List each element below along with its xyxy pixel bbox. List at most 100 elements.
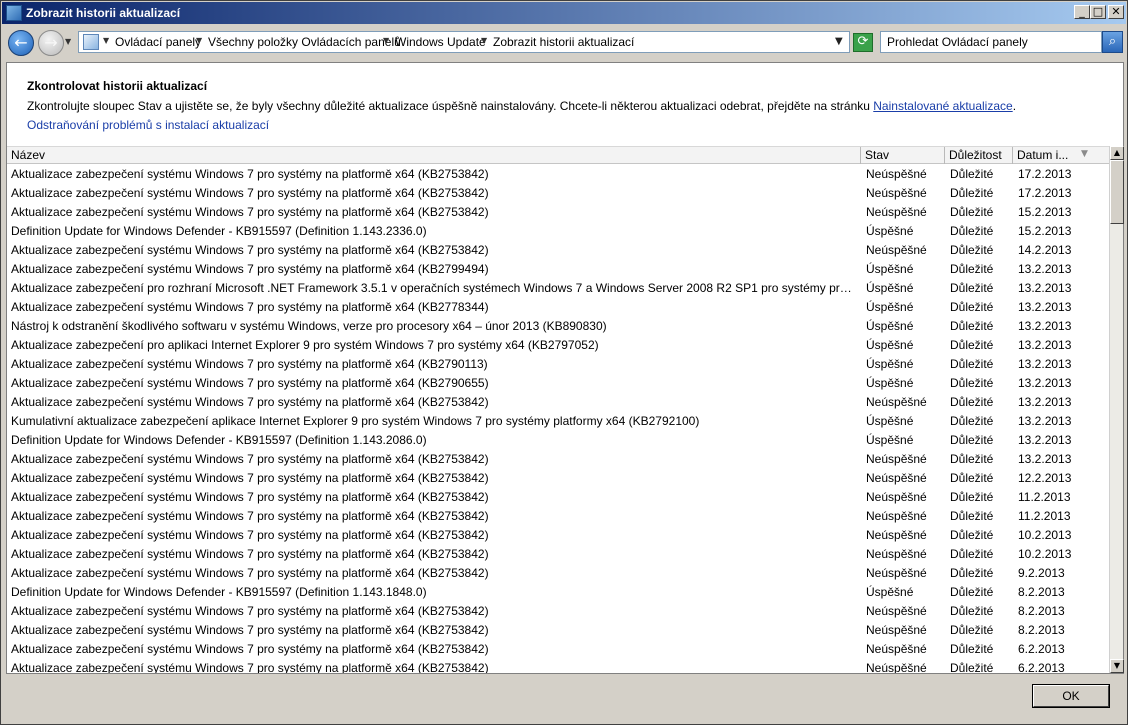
update-name-cell: Aktualizace zabezpečení systému Windows … bbox=[11, 566, 489, 580]
table-row[interactable]: Aktualizace zabezpečení systému Windows … bbox=[7, 602, 1109, 621]
breadcrumb-control-panel[interactable]: Ovládací panely bbox=[115, 35, 201, 49]
table-row[interactable]: Aktualizace zabezpečení systému Windows … bbox=[7, 526, 1109, 545]
update-name-cell: Aktualizace zabezpečení systému Windows … bbox=[11, 376, 489, 390]
update-date-cell: 11.2.2013 bbox=[1018, 490, 1071, 504]
breadcrumb-separator-icon[interactable]: ▼ bbox=[103, 36, 109, 45]
table-row[interactable]: Aktualizace zabezpečení systému Windows … bbox=[7, 298, 1109, 317]
update-importance-cell: Důležité bbox=[950, 452, 994, 466]
update-name-cell: Nástroj k odstranění škodlivého softwaru… bbox=[11, 319, 607, 333]
table-row[interactable]: Aktualizace zabezpečení systému Windows … bbox=[7, 450, 1109, 469]
minimize-button[interactable]: _ bbox=[1074, 5, 1090, 19]
update-name-cell: Aktualizace zabezpečení systému Windows … bbox=[11, 186, 489, 200]
table-row[interactable]: Aktualizace zabezpečení systému Windows … bbox=[7, 355, 1109, 374]
update-date-cell: 6.2.2013 bbox=[1018, 642, 1065, 656]
update-date-cell: 6.2.2013 bbox=[1018, 661, 1065, 673]
update-name-cell: Aktualizace zabezpečení systému Windows … bbox=[11, 452, 489, 466]
table-row[interactable]: Aktualizace zabezpečení systému Windows … bbox=[7, 260, 1109, 279]
update-date-cell: 12.2.2013 bbox=[1018, 471, 1072, 485]
search-box[interactable] bbox=[880, 31, 1102, 53]
update-importance-cell: Důležité bbox=[950, 566, 994, 580]
address-dropdown-icon[interactable]: ▼ bbox=[835, 36, 843, 47]
description-end: . bbox=[1012, 99, 1017, 113]
update-status-cell: Úspěšné bbox=[866, 338, 914, 352]
table-row[interactable]: Aktualizace zabezpečení systému Windows … bbox=[7, 545, 1109, 564]
table-row[interactable]: Aktualizace zabezpečení systému Windows … bbox=[7, 393, 1109, 412]
scroll-down-button[interactable]: ▼ bbox=[1110, 659, 1124, 673]
update-importance-cell: Důležité bbox=[950, 661, 994, 673]
breadcrumb-separator-icon[interactable]: ▼ bbox=[196, 36, 202, 45]
content-area: Zkontrolovat historii aktualizací Zkontr… bbox=[6, 62, 1124, 674]
update-date-cell: 17.2.2013 bbox=[1018, 167, 1072, 181]
scrollbar-thumb[interactable] bbox=[1110, 160, 1124, 224]
search-input[interactable] bbox=[881, 32, 1101, 52]
table-row[interactable]: Aktualizace zabezpečení systému Windows … bbox=[7, 184, 1109, 203]
recent-pages-dropdown[interactable]: ▼ bbox=[65, 37, 75, 49]
troubleshoot-link[interactable]: Odstraňování problémů s instalací aktual… bbox=[27, 118, 269, 132]
breadcrumb-update-history[interactable]: Zobrazit historii aktualizací bbox=[493, 35, 634, 49]
table-row[interactable]: Aktualizace zabezpečení systému Windows … bbox=[7, 374, 1109, 393]
column-header-name[interactable]: Název bbox=[7, 147, 861, 164]
page-title: Zkontrolovat historii aktualizací bbox=[27, 79, 208, 93]
table-row[interactable]: Aktualizace zabezpečení systému Windows … bbox=[7, 241, 1109, 260]
column-header-date[interactable]: Datum i... bbox=[1013, 147, 1109, 164]
address-bar[interactable]: ▼ Ovládací panely ▼ Všechny položky Ovlá… bbox=[78, 31, 850, 53]
ok-button[interactable]: OK bbox=[1032, 684, 1110, 708]
back-button[interactable]: ← bbox=[8, 30, 34, 56]
update-status-cell: Úspěšné bbox=[866, 224, 914, 238]
table-row[interactable]: Aktualizace zabezpečení systému Windows … bbox=[7, 640, 1109, 659]
list-rows: Aktualizace zabezpečení systému Windows … bbox=[7, 165, 1109, 673]
table-row[interactable]: Aktualizace zabezpečení systému Windows … bbox=[7, 469, 1109, 488]
search-button[interactable]: ⌕ bbox=[1102, 31, 1123, 53]
forward-button[interactable]: → bbox=[38, 30, 64, 56]
breadcrumb-separator-icon[interactable]: ▼ bbox=[383, 36, 389, 45]
close-button[interactable]: ✕ bbox=[1108, 5, 1124, 19]
update-history-list[interactable]: Název Stav Důležitost Datum i... ▼ Aktua… bbox=[7, 146, 1124, 673]
table-row[interactable]: Aktualizace zabezpečení pro rozhraní Mic… bbox=[7, 279, 1109, 298]
update-name-cell: Aktualizace zabezpečení systému Windows … bbox=[11, 205, 489, 219]
update-importance-cell: Důležité bbox=[950, 224, 994, 238]
title-bar[interactable]: Zobrazit historii aktualizací _ □ ✕ bbox=[2, 2, 1126, 24]
table-row[interactable]: Nástroj k odstranění škodlivého softwaru… bbox=[7, 317, 1109, 336]
update-importance-cell: Důležité bbox=[950, 433, 994, 447]
update-date-cell: 13.2.2013 bbox=[1018, 452, 1072, 466]
table-row[interactable]: Aktualizace zabezpečení pro aplikaci Int… bbox=[7, 336, 1109, 355]
list-header: Název Stav Důležitost Datum i... ▼ bbox=[7, 146, 1109, 164]
table-row[interactable]: Definition Update for Windows Defender -… bbox=[7, 222, 1109, 241]
update-name-cell: Aktualizace zabezpečení systému Windows … bbox=[11, 243, 489, 257]
table-row[interactable]: Aktualizace zabezpečení systému Windows … bbox=[7, 488, 1109, 507]
update-name-cell: Aktualizace zabezpečení pro aplikaci Int… bbox=[11, 338, 599, 352]
update-date-cell: 13.2.2013 bbox=[1018, 376, 1072, 390]
table-row[interactable]: Kumulativní aktualizace zabezpečení apli… bbox=[7, 412, 1109, 431]
table-row[interactable]: Aktualizace zabezpečení systému Windows … bbox=[7, 621, 1109, 640]
table-row[interactable]: Aktualizace zabezpečení systému Windows … bbox=[7, 659, 1109, 673]
update-importance-cell: Důležité bbox=[950, 205, 994, 219]
table-row[interactable]: Aktualizace zabezpečení systému Windows … bbox=[7, 165, 1109, 184]
table-row[interactable]: Aktualizace zabezpečení systému Windows … bbox=[7, 564, 1109, 583]
update-name-cell: Aktualizace zabezpečení systému Windows … bbox=[11, 167, 489, 181]
update-name-cell: Aktualizace zabezpečení systému Windows … bbox=[11, 490, 489, 504]
table-row[interactable]: Definition Update for Windows Defender -… bbox=[7, 583, 1109, 602]
window: Zobrazit historii aktualizací _ □ ✕ ← → … bbox=[0, 0, 1128, 725]
column-header-status[interactable]: Stav bbox=[861, 147, 945, 164]
update-status-cell: Neúspěšné bbox=[866, 471, 927, 485]
table-row[interactable]: Definition Update for Windows Defender -… bbox=[7, 431, 1109, 450]
update-importance-cell: Důležité bbox=[950, 243, 994, 257]
vertical-scrollbar[interactable]: ▲ ▼ bbox=[1109, 146, 1124, 673]
update-status-cell: Úspěšné bbox=[866, 319, 914, 333]
installed-updates-link[interactable]: Nainstalované aktualizace bbox=[873, 99, 1012, 113]
update-status-cell: Neúspěšné bbox=[866, 642, 927, 656]
maximize-button[interactable]: □ bbox=[1090, 5, 1106, 19]
breadcrumb-windows-update[interactable]: Windows Update bbox=[395, 35, 486, 49]
update-status-cell: Neúspěšné bbox=[866, 661, 927, 673]
scroll-up-button[interactable]: ▲ bbox=[1110, 146, 1124, 160]
update-importance-cell: Důležité bbox=[950, 547, 994, 561]
refresh-button[interactable]: ⟳ bbox=[853, 33, 873, 52]
column-header-importance[interactable]: Důležitost bbox=[945, 147, 1013, 164]
update-importance-cell: Důležité bbox=[950, 167, 994, 181]
table-row[interactable]: Aktualizace zabezpečení systému Windows … bbox=[7, 203, 1109, 222]
breadcrumb-all-items[interactable]: Všechny položky Ovládacích panelů bbox=[208, 35, 401, 49]
update-name-cell: Aktualizace zabezpečení systému Windows … bbox=[11, 642, 489, 656]
table-row[interactable]: Aktualizace zabezpečení systému Windows … bbox=[7, 507, 1109, 526]
navigation-bar: ← → ▼ ▼ Ovládací panely ▼ Všechny položk… bbox=[2, 25, 1126, 61]
breadcrumb-separator-icon[interactable]: ▼ bbox=[481, 36, 487, 45]
